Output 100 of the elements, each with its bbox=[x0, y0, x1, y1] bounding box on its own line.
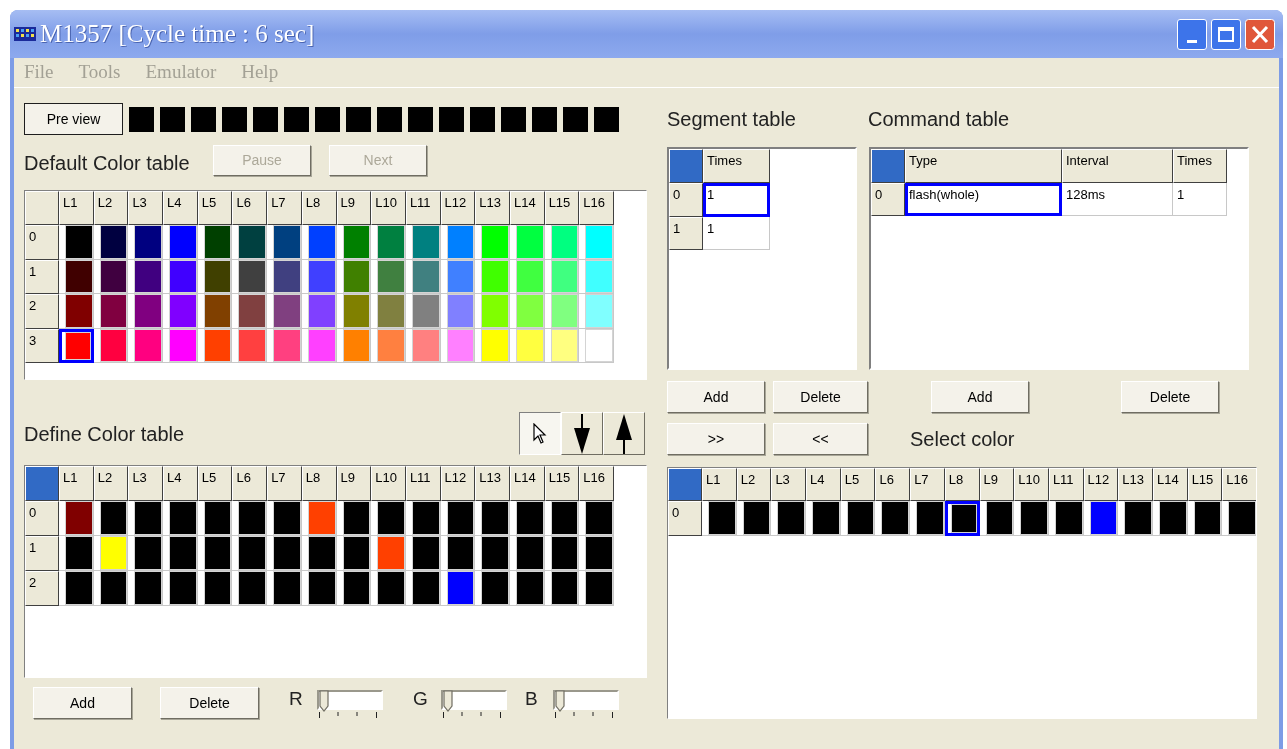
column-header[interactable]: L7 bbox=[910, 468, 945, 501]
column-header[interactable]: L6 bbox=[875, 468, 911, 501]
column-header[interactable]: L7 bbox=[267, 191, 302, 225]
app-icon bbox=[14, 25, 36, 43]
row-header[interactable]: 2 bbox=[25, 294, 59, 329]
column-header[interactable]: L7 bbox=[267, 466, 302, 501]
column-header[interactable]: L8 bbox=[301, 191, 337, 225]
column-header[interactable]: L8 bbox=[944, 468, 980, 501]
button[interactable]: >> bbox=[667, 423, 765, 455]
column-header[interactable]: L15 bbox=[1187, 468, 1223, 501]
table-cell[interactable]: 1 bbox=[703, 183, 770, 217]
column-header[interactable]: L9 bbox=[336, 466, 372, 501]
column-header[interactable]: L5 bbox=[840, 468, 876, 501]
column-header[interactable]: L15 bbox=[544, 466, 580, 501]
column-header[interactable]: L5 bbox=[197, 191, 233, 225]
column-header[interactable]: L4 bbox=[163, 466, 198, 501]
column-header[interactable]: Times bbox=[703, 149, 770, 183]
slider-label: G bbox=[413, 687, 429, 708]
button[interactable]: Delete bbox=[160, 687, 259, 719]
column-header[interactable]: L11 bbox=[405, 466, 441, 501]
grid-cell[interactable] bbox=[944, 501, 980, 536]
column-header[interactable]: L10 bbox=[1014, 468, 1049, 501]
column-header[interactable]: L13 bbox=[475, 466, 510, 501]
column-header[interactable]: L10 bbox=[371, 191, 406, 225]
column-header[interactable]: L11 bbox=[1048, 468, 1084, 501]
column-header[interactable]: L12 bbox=[440, 466, 476, 501]
column-header[interactable]: L1 bbox=[59, 191, 94, 225]
row-header[interactable]: 0 bbox=[668, 501, 702, 536]
column-header[interactable]: L13 bbox=[475, 191, 510, 225]
corner-header[interactable] bbox=[669, 149, 703, 183]
column-header[interactable]: Times bbox=[1173, 149, 1227, 183]
column-header[interactable]: L3 bbox=[128, 191, 164, 225]
grid-cell[interactable] bbox=[59, 328, 94, 363]
button[interactable]: Delete bbox=[773, 381, 868, 413]
slider-thumb[interactable] bbox=[555, 690, 565, 712]
column-header[interactable]: L8 bbox=[301, 466, 337, 501]
column-header[interactable]: L14 bbox=[1152, 468, 1188, 501]
column-header[interactable]: L1 bbox=[702, 468, 737, 501]
row-header[interactable]: 2 bbox=[25, 571, 59, 606]
row-header[interactable]: 1 bbox=[25, 259, 59, 294]
column-header[interactable]: L11 bbox=[405, 191, 441, 225]
column-header[interactable]: L13 bbox=[1118, 468, 1153, 501]
slider[interactable] bbox=[553, 690, 619, 710]
corner-header[interactable] bbox=[25, 191, 59, 225]
corner-header[interactable] bbox=[871, 149, 905, 183]
slider-thumb[interactable] bbox=[319, 690, 329, 712]
column-header[interactable]: L9 bbox=[336, 191, 372, 225]
column-header[interactable]: L14 bbox=[509, 191, 545, 225]
close-button[interactable] bbox=[1245, 18, 1275, 50]
slider-thumb[interactable] bbox=[443, 690, 453, 712]
column-header[interactable]: L9 bbox=[979, 468, 1015, 501]
column-header[interactable]: L12 bbox=[440, 191, 476, 225]
tool-button[interactable] bbox=[519, 412, 561, 455]
section-title: Default Color table bbox=[24, 151, 191, 176]
row-header[interactable]: 3 bbox=[25, 328, 59, 363]
row-header[interactable]: 0 bbox=[871, 183, 905, 216]
column-header[interactable]: L16 bbox=[1222, 468, 1256, 501]
column-header[interactable]: L3 bbox=[771, 468, 807, 501]
row-header[interactable]: 0 bbox=[25, 225, 59, 260]
column-header[interactable]: Interval bbox=[1062, 149, 1173, 183]
button[interactable]: Pre view bbox=[24, 103, 123, 135]
column-header[interactable]: L2 bbox=[93, 466, 129, 501]
column-header[interactable]: L3 bbox=[128, 466, 164, 501]
column-header[interactable]: L2 bbox=[93, 191, 129, 225]
corner-header[interactable] bbox=[25, 466, 59, 501]
button[interactable]: << bbox=[773, 423, 868, 455]
column-header[interactable]: L10 bbox=[371, 466, 406, 501]
column-header[interactable]: L1 bbox=[59, 466, 94, 501]
row-header[interactable]: 0 bbox=[25, 501, 59, 536]
table-cell[interactable]: 128ms bbox=[1062, 183, 1173, 216]
button[interactable]: Add bbox=[667, 381, 765, 413]
column-header[interactable]: L15 bbox=[544, 191, 580, 225]
slider[interactable] bbox=[317, 690, 383, 710]
row-header[interactable]: 1 bbox=[25, 536, 59, 571]
table-cell[interactable]: flash(whole) bbox=[905, 183, 1062, 216]
button[interactable]: Add bbox=[33, 687, 132, 719]
slider-label: R bbox=[289, 687, 304, 708]
slider[interactable] bbox=[441, 690, 507, 710]
column-header[interactable]: L12 bbox=[1083, 468, 1119, 501]
table-cell[interactable]: 1 bbox=[1173, 183, 1227, 216]
button[interactable]: Add bbox=[931, 381, 1029, 413]
row-header[interactable]: 0 bbox=[669, 183, 703, 217]
column-header[interactable]: L5 bbox=[197, 466, 233, 501]
maximize-button[interactable] bbox=[1211, 18, 1241, 50]
column-header[interactable]: L4 bbox=[806, 468, 841, 501]
column-header[interactable]: L16 bbox=[579, 466, 614, 501]
section-title: Command table bbox=[868, 107, 1010, 132]
column-header[interactable]: L2 bbox=[736, 468, 772, 501]
column-header[interactable]: Type bbox=[905, 149, 1062, 183]
tick-marks bbox=[319, 712, 377, 718]
column-header[interactable]: L14 bbox=[509, 466, 545, 501]
row-header[interactable]: 1 bbox=[669, 216, 703, 250]
column-header[interactable]: L4 bbox=[163, 191, 198, 225]
button[interactable]: Delete bbox=[1121, 381, 1219, 413]
column-header[interactable]: L16 bbox=[579, 191, 614, 225]
corner-header[interactable] bbox=[668, 468, 702, 501]
table-cell[interactable]: 1 bbox=[703, 216, 770, 250]
minimize-button[interactable] bbox=[1177, 18, 1207, 50]
column-header[interactable]: L6 bbox=[232, 466, 268, 501]
column-header[interactable]: L6 bbox=[232, 191, 268, 225]
